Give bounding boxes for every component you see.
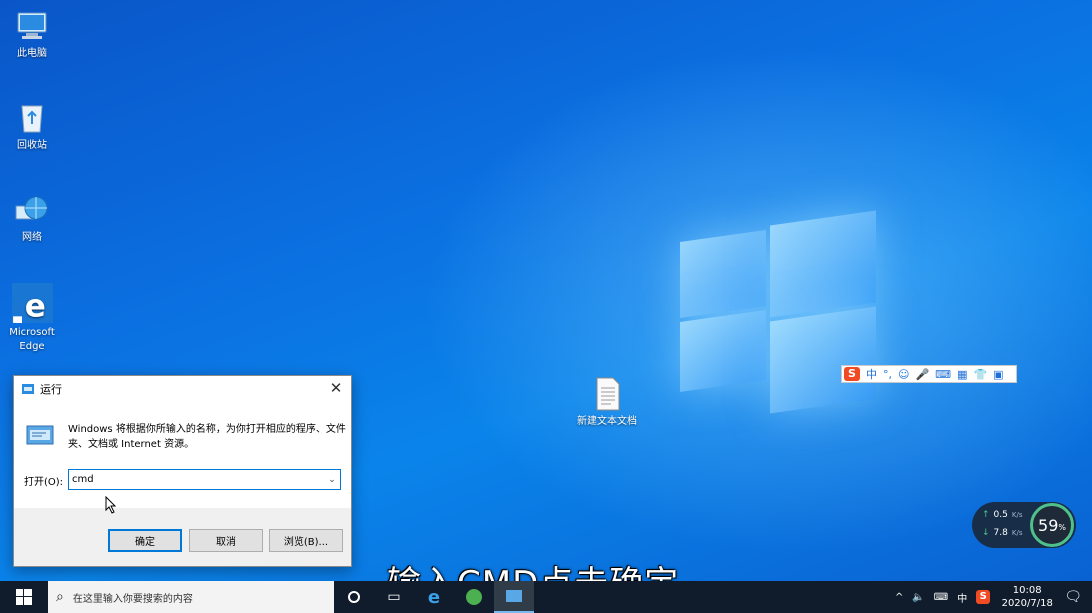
desktop-icon-label: 此电脑 bbox=[17, 48, 47, 59]
keyboard-icon[interactable]: ⌨ bbox=[934, 592, 948, 603]
open-label: 打开(O): bbox=[24, 477, 64, 488]
edge-browser-icon: e bbox=[12, 283, 53, 323]
open-input[interactable] bbox=[69, 470, 324, 489]
chevron-up-icon[interactable]: ^ bbox=[895, 592, 903, 603]
text-document-icon bbox=[596, 377, 620, 411]
network-speed-widget[interactable]: ↑ 0.5 K/s ↓ 7.8 K/s 59% bbox=[972, 502, 1076, 548]
memory-usage-gauge: 59% bbox=[1030, 503, 1074, 547]
search-icon: ⌕ bbox=[56, 589, 64, 605]
network-globe-icon bbox=[15, 196, 48, 220]
run-description: Windows 将根据你所输入的名称，为你打开相应的程序、文件夹、文档或 Int… bbox=[68, 424, 346, 450]
sogou-logo-icon[interactable]: S bbox=[844, 367, 860, 381]
mouse-cursor-icon bbox=[105, 496, 117, 514]
clock-date: 2020/7/18 bbox=[1001, 598, 1053, 609]
green-app-icon bbox=[466, 589, 482, 605]
taskbar-search-box[interactable]: ⌕ 在这里输入你要搜索的内容 bbox=[48, 581, 334, 613]
task-view-icon: ▭ bbox=[387, 589, 401, 605]
desktop-icon-label: Microsoft Edge bbox=[9, 327, 55, 352]
taskbar-app-green[interactable] bbox=[454, 581, 494, 613]
desktop-icon-new-text-document[interactable]: 新建文本文档 bbox=[575, 376, 639, 429]
clock[interactable]: 10:08 2020/7/18 bbox=[999, 584, 1055, 610]
browse-button[interactable]: 浏览(B)... bbox=[269, 529, 343, 552]
cortana-circle-icon bbox=[348, 591, 360, 603]
ime-mode-toggle[interactable]: 中 bbox=[866, 366, 877, 382]
toolbox-icon[interactable]: ▦ bbox=[957, 368, 967, 381]
task-view-button[interactable]: ▭ bbox=[374, 581, 414, 613]
notification-icon[interactable]: 🗨 bbox=[1064, 589, 1082, 605]
upload-speed: ↑ 0.5 K/s bbox=[982, 510, 1023, 520]
computer-icon bbox=[17, 12, 47, 39]
taskbar-app-edge[interactable]: e bbox=[414, 581, 454, 613]
chevron-down-icon[interactable]: ⌄ bbox=[324, 475, 340, 485]
clock-time: 10:08 bbox=[1012, 585, 1042, 596]
taskbar-app-run[interactable] bbox=[494, 581, 534, 613]
desktop-icon-recycle-bin[interactable]: 回收站 bbox=[0, 100, 64, 153]
skin-shirt-icon[interactable]: 👕 bbox=[973, 368, 987, 381]
download-speed: ↓ 7.8 K/s bbox=[982, 528, 1023, 538]
menu-grid-icon[interactable]: ▣ bbox=[993, 368, 1003, 381]
close-button[interactable]: ✕ bbox=[325, 378, 347, 398]
run-dialog-title: 运行 bbox=[40, 382, 62, 396]
desktop-icon-label: 新建文本文档 bbox=[577, 416, 637, 427]
ok-button[interactable]: 确定 bbox=[108, 529, 182, 552]
keyboard-icon[interactable]: ⌨ bbox=[935, 368, 951, 381]
emoji-icon[interactable]: ☺ bbox=[898, 368, 909, 381]
system-tray: ^ 🔈 ⌨ 中 S 10:08 2020/7/18 🗨 bbox=[895, 581, 1092, 613]
run-program-icon bbox=[26, 425, 54, 445]
start-button[interactable] bbox=[0, 581, 48, 613]
arrow-down-icon: ↓ bbox=[982, 528, 990, 538]
speaker-icon[interactable]: 🔈 bbox=[912, 592, 924, 603]
desktop-icon-network[interactable]: 网络 bbox=[0, 192, 64, 245]
desktop-icon-edge[interactable]: e Microsoft Edge bbox=[0, 283, 64, 354]
cancel-button[interactable]: 取消 bbox=[189, 529, 263, 552]
ime-toolbar[interactable]: S 中 °, ☺ 🎤 ⌨ ▦ 👕 ▣ bbox=[841, 365, 1017, 383]
cortana-button[interactable] bbox=[334, 581, 374, 613]
desktop-icon-label: 网络 bbox=[22, 232, 42, 243]
ime-indicator[interactable]: 中 bbox=[957, 590, 967, 605]
sogou-tray-icon[interactable]: S bbox=[976, 590, 991, 604]
run-icon bbox=[22, 383, 34, 394]
arrow-up-icon: ↑ bbox=[982, 510, 990, 520]
windows-start-icon bbox=[16, 589, 32, 605]
desktop-icon-this-pc[interactable]: 此电脑 bbox=[0, 8, 64, 61]
close-icon: ✕ bbox=[329, 379, 343, 397]
search-placeholder: 在这里输入你要搜索的内容 bbox=[72, 593, 193, 605]
recycle-bin-icon bbox=[21, 105, 43, 133]
desktop-icon-label: 回收站 bbox=[17, 140, 47, 151]
svg-text:e: e bbox=[25, 288, 46, 323]
run-icon bbox=[506, 590, 522, 602]
run-dialog: 运行 ✕ Windows 将根据你所输入的名称，为你打开相应的程序、文件夹、文档… bbox=[13, 375, 352, 567]
open-combobox[interactable]: ⌄ bbox=[68, 469, 341, 490]
microphone-icon[interactable]: 🎤 bbox=[915, 368, 929, 381]
taskbar: ⌕ 在这里输入你要搜索的内容 ▭ e ^ 🔈 ⌨ 中 S 10:08 2020/… bbox=[0, 581, 1092, 613]
edge-browser-icon: e bbox=[427, 586, 441, 608]
run-dialog-titlebar[interactable]: 运行 bbox=[14, 376, 351, 401]
ime-punctuation-toggle[interactable]: °, bbox=[883, 368, 892, 381]
